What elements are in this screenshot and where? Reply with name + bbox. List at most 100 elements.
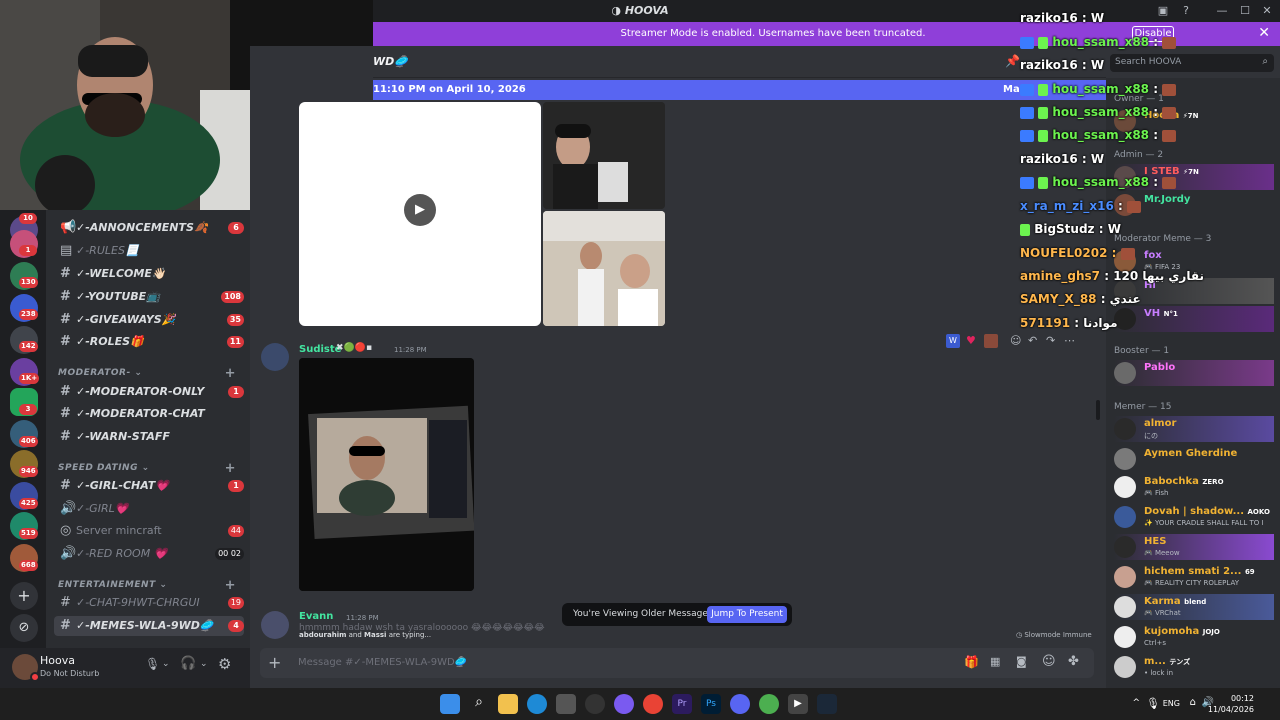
member-item[interactable]: kujomoha JOJO Ctrl+s: [1114, 624, 1274, 650]
member-item[interactable]: Aymen Gherdine: [1114, 446, 1274, 472]
add-channel-icon[interactable]: +: [225, 461, 236, 476]
channel-server-mincraft[interactable]: ◎ Server mincraft 44: [54, 521, 244, 541]
discover-icon[interactable]: ⊘: [10, 614, 38, 642]
premiere-icon[interactable]: Pr: [672, 694, 692, 714]
member-item[interactable]: Pablo: [1114, 360, 1274, 386]
channel-warn-staff[interactable]: # ✓-WARN-STAFF: [54, 427, 244, 447]
user-name[interactable]: Hoova: [40, 654, 75, 667]
member-item[interactable]: Karma blend 🎮 VRChat: [1114, 594, 1274, 620]
discord-icon[interactable]: [730, 694, 750, 714]
start-icon[interactable]: [440, 694, 460, 714]
network-icon[interactable]: ⌂: [1190, 697, 1196, 708]
sticker-icon[interactable]: ◙: [1016, 655, 1027, 668]
microphone-icon[interactable]: 🎙: [145, 657, 160, 671]
gear-icon[interactable]: ⚙: [218, 655, 231, 673]
maximize-button[interactable]: ☐: [1237, 3, 1253, 19]
reply-icon[interactable]: ↶: [1028, 334, 1037, 347]
chrome-icon[interactable]: [643, 694, 663, 714]
channel-chat-9hwt[interactable]: # ✓-CHAT-9HWT-CHRGUI 19: [54, 593, 244, 613]
member-name: Pablo: [1144, 362, 1176, 373]
channel-label: ✓-ROLES🎁: [76, 335, 144, 348]
inbox-icon[interactable]: ▣: [1155, 3, 1171, 19]
category-speed-dating[interactable]: SPEED DATING ⌄ +: [58, 461, 244, 476]
minimize-button[interactable]: —: [1214, 3, 1230, 19]
channel-moderator-chat[interactable]: # ✓-MODERATOR-CHAT: [54, 404, 244, 424]
more-icon[interactable]: ⋯: [1064, 334, 1075, 347]
unread-badge: 108: [221, 291, 244, 303]
video-attachment[interactable]: [299, 358, 474, 591]
image-attachment[interactable]: [543, 102, 665, 209]
member-item[interactable]: VH N°1: [1114, 306, 1274, 332]
add-reaction-icon[interactable]: ☺: [1010, 334, 1021, 347]
channel-roles[interactable]: # ✓-ROLES🎁 11: [54, 332, 244, 352]
attach-plus-icon[interactable]: +: [268, 653, 281, 672]
channel-rules[interactable]: ▤ ✓-RULES📃: [54, 241, 244, 261]
member-item[interactable]: almor にの: [1114, 416, 1274, 442]
channel-moderator-only[interactable]: # ✓-MODERATOR-ONLY 1: [54, 382, 244, 402]
channel-red-room[interactable]: 🔊 ✓-RED ROOM 💗 00 02: [54, 544, 244, 564]
gif-icon[interactable]: ▦: [990, 655, 1000, 668]
file-explorer-icon[interactable]: [498, 694, 518, 714]
help-icon[interactable]: ?: [1178, 3, 1194, 19]
member-item[interactable]: m... テンズ • lock in: [1114, 654, 1274, 680]
play-icon[interactable]: ▶: [404, 194, 436, 226]
category-moderator[interactable]: MODERATOR- ⌄ +: [58, 366, 244, 381]
unread-badge: 1: [228, 480, 244, 492]
search-input[interactable]: Search HOOVA ⌕: [1110, 54, 1274, 72]
image-attachment[interactable]: [543, 211, 665, 326]
search-icon[interactable]: ⌕: [469, 694, 489, 714]
member-item[interactable]: Dovah | shadow... AOKO ✨ YOUR CRADLE SHAL…: [1114, 504, 1274, 530]
media-player-icon[interactable]: ▶: [788, 694, 808, 714]
language-indicator[interactable]: ENG: [1163, 699, 1180, 708]
photoshop-icon[interactable]: Ps: [701, 694, 721, 714]
add-channel-icon[interactable]: +: [225, 366, 236, 381]
reaction-w-icon[interactable]: W: [946, 334, 960, 348]
video-attachment[interactable]: ▶: [299, 102, 541, 326]
message-author[interactable]: Evann: [299, 611, 333, 622]
store-icon[interactable]: [556, 694, 576, 714]
avatar: [1114, 656, 1136, 678]
avatar[interactable]: [261, 343, 289, 371]
add-server-icon[interactable]: +: [10, 582, 38, 610]
emoji-reaction-icon[interactable]: [984, 334, 998, 348]
tray-chevron-icon[interactable]: ^: [1132, 698, 1140, 708]
forward-icon[interactable]: ↷: [1046, 334, 1055, 347]
message-composer[interactable]: + Message #✓-MEMES-WLA-9WD🥏 🎁 ▦ ◙ ☺ ✤: [260, 648, 1094, 678]
app-icon[interactable]: [614, 694, 634, 714]
new-messages-bar[interactable]: 11:10 PM on April 10, 2026 Mar: [373, 80, 1106, 100]
microphone-tray-icon[interactable]: 🎙: [1146, 697, 1160, 710]
member-item[interactable]: HES 🎮 Meeow: [1114, 534, 1274, 560]
clock[interactable]: 00:12 11/04/2026: [1208, 693, 1254, 715]
channel-youtube[interactable]: # ✓-YOUTUBE📺 108: [54, 287, 244, 307]
category-entertainment[interactable]: ENTERTAINEMENT ⌄ +: [58, 578, 244, 593]
close-window-button[interactable]: ✕: [1259, 3, 1275, 19]
emoji-icon[interactable]: ☺: [1042, 654, 1056, 669]
emote-icon: [1162, 36, 1177, 49]
apps-icon[interactable]: ✤: [1068, 654, 1079, 669]
jump-to-present-button[interactable]: Jump To Present: [707, 606, 787, 623]
channel-girl-voice[interactable]: 🔊 ✓-GIRL💗: [54, 499, 244, 519]
channel-girl-chat[interactable]: # ✓-GIRL-CHAT💗 1: [54, 476, 244, 496]
member-item[interactable]: Babochka ZERO 🎮 Fish: [1114, 474, 1274, 500]
edge-icon[interactable]: [527, 694, 547, 714]
badge-icon: [1038, 36, 1049, 49]
chevron-down-icon[interactable]: ⌄: [162, 659, 170, 669]
heart-icon[interactable]: ♥: [966, 334, 976, 347]
member-item[interactable]: hichem smati 2... 69 🎮 REALITY CITY ROLEP…: [1114, 564, 1274, 590]
close-icon[interactable]: ✕: [1258, 25, 1270, 41]
channel-giveaways[interactable]: # ✓-GIVEAWAYS🎉 35: [54, 310, 244, 330]
channel-welcome[interactable]: # ✓-WELCOME👋🏻: [54, 264, 244, 284]
pin-icon[interactable]: 📌: [1005, 54, 1020, 68]
steam-icon[interactable]: [817, 694, 837, 714]
settings-icon[interactable]: [585, 694, 605, 714]
headphones-icon[interactable]: 🎧: [180, 656, 196, 671]
gift-icon[interactable]: 🎁: [964, 655, 979, 669]
avatar[interactable]: [261, 611, 289, 639]
server-badge: 519: [19, 528, 38, 539]
scrollbar[interactable]: [1096, 400, 1100, 420]
chevron-down-icon[interactable]: ⌄: [200, 659, 208, 669]
add-channel-icon[interactable]: +: [225, 578, 236, 593]
app-icon[interactable]: [759, 694, 779, 714]
channel-announcements[interactable]: 📢 ✓-ANNONCEMENTS🍂 6: [54, 218, 244, 238]
channel-memes-wla-9wd[interactable]: # ✓-MEMES-WLA-9WD🥏 4: [54, 616, 244, 636]
